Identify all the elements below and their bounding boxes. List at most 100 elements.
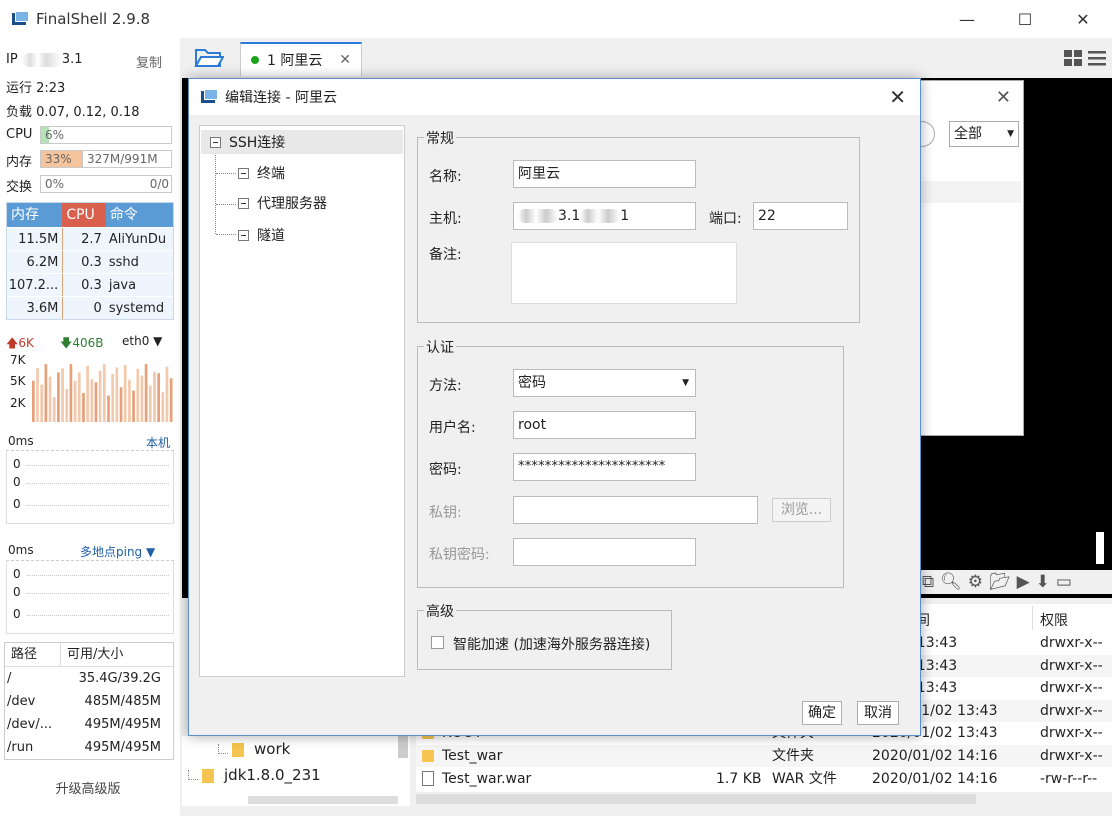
- network-traffic-chart: [32, 364, 173, 422]
- file-permissions: drwxr-x--: [1040, 748, 1103, 764]
- maximize-button[interactable]: ☐: [996, 0, 1054, 38]
- net-traffic-bar: [52, 397, 56, 422]
- collapse-icon[interactable]: [210, 136, 221, 148]
- net-traffic-bar: [86, 365, 89, 422]
- gear-icon[interactable]: ⚙: [968, 572, 983, 592]
- disk-path: /dev/...: [7, 717, 53, 732]
- tree-hscrollbar[interactable]: [248, 796, 398, 804]
- file-row[interactable]: Test_war 文件夹 2020/01/02 14:16 drwxr-x--: [416, 745, 1112, 767]
- process-row[interactable]: 107.2... 0.3 java: [7, 273, 173, 296]
- dialog-close-icon[interactable]: ✕: [889, 85, 906, 109]
- process-mem: 11.5M: [18, 232, 59, 247]
- net-traffic-bar: [69, 364, 73, 422]
- tree-item-jdk[interactable]: jdk1.8.0_231: [188, 766, 321, 784]
- search-icon[interactable]: 🔍︎: [940, 572, 962, 592]
- ping-local-target[interactable]: 本机: [146, 434, 170, 451]
- col-permissions[interactable]: 权限: [1040, 610, 1068, 630]
- net-iface-select[interactable]: eth0 ▼: [122, 334, 162, 348]
- port-label: 端口:: [709, 211, 742, 227]
- disk-size: 495M/495M: [84, 717, 161, 732]
- port-input[interactable]: 22: [753, 202, 848, 230]
- uptime: 运行 2:23: [6, 81, 66, 96]
- collapse-icon[interactable]: [238, 167, 249, 179]
- filter-select[interactable]: 全部: [949, 121, 1019, 147]
- collapse-icon[interactable]: [238, 197, 249, 209]
- tree-item-work[interactable]: work: [218, 740, 290, 758]
- col-cmd[interactable]: 命令: [105, 203, 173, 227]
- nav-tunnel[interactable]: 隧道: [238, 224, 285, 246]
- close-button[interactable]: ✕: [1054, 0, 1112, 38]
- nav-proxy[interactable]: 代理服务器: [238, 192, 327, 214]
- menu-icon[interactable]: [1088, 50, 1106, 66]
- nav-terminal[interactable]: 终端: [238, 162, 285, 184]
- net-traffic-bar: [61, 368, 64, 422]
- download-icon[interactable]: ⬇: [1036, 572, 1050, 592]
- background-window: ✕ 全部: [915, 80, 1024, 436]
- name-input[interactable]: 阿里云: [513, 160, 696, 188]
- auth-method-select[interactable]: 密码 ▼: [513, 369, 696, 397]
- disk-row[interactable]: /run 495M/495M: [5, 736, 173, 759]
- process-mem: 6.2M: [26, 255, 59, 270]
- smart-accel-checkbox[interactable]: [431, 636, 444, 649]
- tree-vscrollbar[interactable]: [398, 736, 408, 758]
- host-input[interactable]: 3.1 1: [513, 202, 696, 230]
- process-row[interactable]: 6.2M 0.3 sshd: [7, 250, 173, 273]
- disk-row[interactable]: / 35.4G/39.2G: [5, 667, 173, 690]
- ping-multi-select[interactable]: 多地点ping ▼: [80, 543, 155, 560]
- net-tick-1: 5K: [10, 374, 26, 388]
- col-size[interactable]: 可用/大小: [61, 643, 123, 666]
- cancel-button[interactable]: 取消: [857, 701, 899, 725]
- col-cpu[interactable]: CPU: [62, 203, 106, 227]
- key-passphrase-label: 私钥密码:: [429, 547, 490, 563]
- key-passphrase-input[interactable]: [513, 538, 696, 566]
- process-mem: 107.2...: [8, 278, 59, 293]
- net-traffic-bar: [107, 395, 110, 422]
- terminal-scroll-thumb[interactable]: [1096, 532, 1104, 564]
- copy-icon[interactable]: ⧉: [922, 572, 934, 592]
- process-row[interactable]: 3.6M 0 systemd: [7, 296, 173, 319]
- cpu-meter: 6%: [40, 126, 172, 144]
- private-key-input[interactable]: [513, 496, 758, 524]
- minimize-button[interactable]: —: [938, 0, 996, 38]
- col-path[interactable]: 路径: [5, 643, 61, 666]
- file-toolbar: ⧉ 🔍︎ ⚙ 📂︎ ▶ ⬇ ▭: [916, 570, 1112, 594]
- file-name: Test_war: [442, 748, 503, 764]
- dialog-title: 编辑连接 - 阿里云: [225, 90, 337, 106]
- process-row[interactable]: 11.5M 2.7 AliYunDu: [7, 227, 173, 250]
- file-permissions: drwxr-x--: [1040, 680, 1103, 697]
- window-icon[interactable]: ▭: [1056, 572, 1072, 592]
- password-input[interactable]: **********************: [513, 453, 696, 481]
- collapse-icon[interactable]: [238, 229, 249, 241]
- upgrade-link[interactable]: 升级高级版: [0, 778, 176, 797]
- dialog-title-bar: 编辑连接 - 阿里云 ✕: [189, 79, 920, 115]
- net-traffic-bar: [73, 380, 77, 422]
- col-mem[interactable]: 内存: [7, 203, 63, 227]
- browse-button[interactable]: 浏览...: [772, 498, 831, 522]
- open-folder-icon[interactable]: [194, 46, 224, 68]
- layout-grid-icon[interactable]: [1064, 50, 1082, 66]
- disk-row[interactable]: /dev/... 495M/495M: [5, 713, 173, 736]
- host-label: 主机:: [429, 211, 462, 227]
- disk-row[interactable]: /dev 485M/485M: [5, 690, 173, 713]
- system-info-sidebar: IP 3.1 复制 运行 2:23 负载 0.07, 0.12, 0.18 CP…: [0, 38, 180, 816]
- session-tab-bar: 1 阿里云 ✕: [182, 38, 1112, 76]
- smart-accel-label[interactable]: 智能加速 (加速海外服务器连接): [453, 634, 650, 654]
- net-traffic-bar: [82, 393, 85, 422]
- copy-ip-link[interactable]: 复制: [136, 52, 162, 71]
- note-textarea[interactable]: [511, 242, 737, 304]
- file-row[interactable]: Test_war.war 1.7 KB WAR 文件 2020/01/02 14:16…: [416, 768, 1112, 790]
- app-logo-icon: [12, 11, 29, 27]
- play-icon[interactable]: ▶: [1017, 572, 1030, 592]
- process-cmd: AliYunDu: [108, 232, 167, 247]
- ok-button[interactable]: 确定: [802, 701, 842, 725]
- net-traffic-bar: [90, 379, 94, 422]
- edit-connection-dialog: 编辑连接 - 阿里云 ✕ SSH连接 终端 代理服务器 隧道 常规 名称: 阿里…: [188, 78, 921, 736]
- tab-close-icon[interactable]: ✕: [339, 52, 351, 68]
- net-traffic-bar: [103, 364, 106, 422]
- tab-aliyun[interactable]: 1 阿里云 ✕: [240, 42, 362, 76]
- background-window-close-icon[interactable]: ✕: [996, 87, 1011, 108]
- nav-ssh-connection[interactable]: SSH连接: [201, 130, 403, 154]
- file-list-hscrollbar[interactable]: [416, 794, 976, 804]
- username-input[interactable]: root: [513, 411, 696, 439]
- open-folder-icon[interactable]: 📂︎: [989, 572, 1011, 592]
